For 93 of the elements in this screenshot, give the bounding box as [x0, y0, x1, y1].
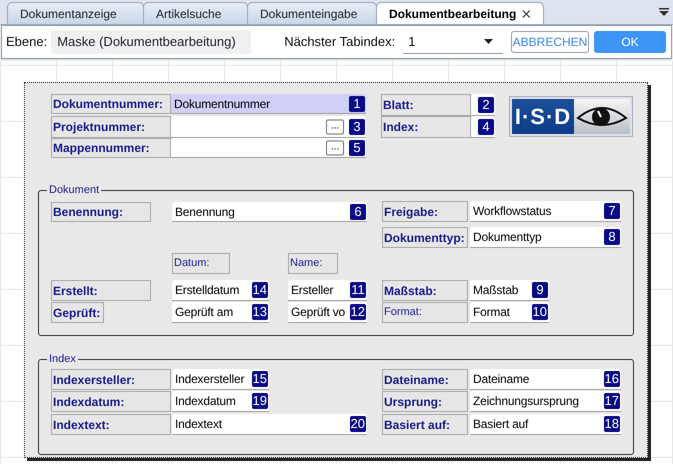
- input-field[interactable]: Indextext 20: [172, 414, 367, 435]
- tabindex-badge: 3: [349, 118, 365, 134]
- field-value: Zeichnungsursprung: [473, 393, 579, 410]
- field-label: Indexersteller:: [51, 369, 171, 390]
- field-label: Erstellt:: [51, 280, 151, 301]
- field-label: Basiert auf:: [382, 414, 468, 435]
- field-label: Dokumentnummer:: [51, 94, 171, 114]
- field-value: Dokumenttyp: [473, 229, 542, 246]
- tabindex-badge: 7: [604, 203, 620, 219]
- input-field[interactable]: Maßstab 9: [470, 280, 549, 301]
- group-title: Dokument: [48, 183, 100, 198]
- tabindex-badge: 8: [604, 229, 620, 245]
- field-label: Benennung:: [51, 202, 151, 222]
- tab[interactable]: Artikelsuche: [143, 2, 248, 24]
- input-field[interactable]: Dokumenttyp 8: [470, 227, 621, 248]
- tabindex-badge: 20: [350, 416, 366, 432]
- logo: I·S·D: [509, 96, 633, 137]
- cancel-button[interactable]: ABBRECHEN: [511, 31, 589, 53]
- field-value: Basiert auf: [473, 416, 528, 433]
- field-label: Indextext:: [51, 414, 171, 435]
- field-label: Ursprung:: [382, 391, 468, 412]
- tab[interactable]: Dokumenteingabe: [247, 2, 377, 24]
- tabindex-badge: 2: [478, 96, 494, 112]
- field-value: Indexersteller: [175, 371, 244, 388]
- field-value: Geprüft am: [175, 304, 234, 321]
- field-label: Mappennummer:: [51, 138, 171, 158]
- tabindex-badge: 17: [604, 393, 620, 409]
- tabindex-badge: 15: [252, 371, 268, 387]
- tab-index-dropdown[interactable]: 1: [403, 30, 504, 54]
- field-value: Maßstab: [473, 282, 518, 299]
- input-field[interactable]: 4: [471, 116, 495, 138]
- input-field[interactable]: Zeichnungsursprung 17: [470, 391, 621, 412]
- tabindex-badge: 18: [604, 416, 620, 432]
- tabindex-badge: 13: [252, 304, 268, 320]
- input-field[interactable]: 2: [471, 94, 495, 116]
- close-icon[interactable]: [522, 8, 531, 18]
- input-field[interactable]: Geprüft vo 12: [288, 302, 367, 323]
- field-value: Erstelldatum: [175, 282, 240, 299]
- tabindex-badge: 10: [532, 304, 548, 320]
- field-label: Format:: [382, 302, 468, 323]
- field-value: Indexdatum: [175, 393, 236, 410]
- overflow-menu-icon[interactable]: [659, 8, 669, 16]
- field-label: Freigabe:: [382, 201, 468, 222]
- tabindex-badge: 1: [349, 96, 365, 112]
- input-field[interactable]: Indexersteller 15: [172, 369, 269, 390]
- level-label: Ebene:: [6, 33, 48, 52]
- field-value: Workflowstatus: [473, 203, 552, 220]
- input-field[interactable]: Benennung 6: [172, 202, 367, 222]
- input-field[interactable]: Format 10: [470, 302, 549, 323]
- field-value: Dokumentnummer: [174, 96, 270, 112]
- field-label: Dokumenttyp:: [382, 227, 468, 248]
- tab[interactable]: Dokumentanzeige: [7, 2, 144, 24]
- field-value: Geprüft vo: [291, 304, 346, 321]
- field-label: Blatt:: [381, 94, 471, 116]
- field-value: Dateiname: [473, 371, 530, 388]
- input-field[interactable]: Basiert auf 18: [470, 414, 621, 435]
- field-label: Projektnummer:: [51, 116, 171, 138]
- tabindex-badge: 16: [604, 371, 620, 387]
- tab-index-label: Nächster Tabindex:: [284, 33, 396, 52]
- tabindex-badge: 4: [478, 118, 494, 134]
- tabindex-badge: 19: [252, 393, 268, 409]
- field-value: Benennung: [175, 204, 235, 220]
- field-value: Ersteller: [291, 282, 334, 299]
- input-field[interactable]: Dateiname 16: [470, 369, 621, 390]
- input-field[interactable]: ... 3: [171, 116, 366, 138]
- caret-icon: [484, 39, 494, 44]
- tabindex-badge: 6: [350, 204, 366, 220]
- column-caption: Name:: [288, 253, 338, 274]
- input-field[interactable]: Indexdatum 19: [172, 391, 269, 412]
- input-field[interactable]: Ersteller 11: [288, 280, 367, 301]
- tabindex-badge: 12: [350, 304, 366, 320]
- field-label: Dateiname:: [382, 369, 468, 390]
- tabindex-badge: 9: [532, 282, 548, 298]
- input-field[interactable]: Dokumentnummer 1: [171, 94, 366, 114]
- level-value: Maske (Dokumentbearbeitung): [51, 30, 252, 54]
- browse-button[interactable]: ...: [326, 119, 344, 134]
- field-label: Index:: [381, 116, 471, 138]
- input-field[interactable]: Geprüft am 13: [172, 302, 269, 323]
- input-field[interactable]: ... 5: [171, 138, 366, 158]
- field-label: Indexdatum:: [51, 391, 171, 412]
- input-field[interactable]: Erstelldatum 14: [172, 280, 269, 301]
- input-field[interactable]: Workflowstatus 7: [470, 201, 621, 222]
- browse-button[interactable]: ...: [326, 140, 344, 155]
- field-value: Format: [473, 304, 510, 321]
- tab[interactable]: Dokumentbearbeitung: [376, 2, 544, 24]
- tabindex-badge: 11: [350, 282, 366, 298]
- tabindex-badge: 5: [349, 140, 365, 156]
- tabindex-badge: 14: [252, 282, 268, 298]
- field-value: Indextext: [175, 416, 222, 433]
- field-label: Maßstab:: [382, 280, 468, 301]
- group-title: Index: [48, 352, 77, 367]
- column-caption: Datum:: [172, 253, 230, 274]
- field-label: Geprüft:: [51, 302, 104, 323]
